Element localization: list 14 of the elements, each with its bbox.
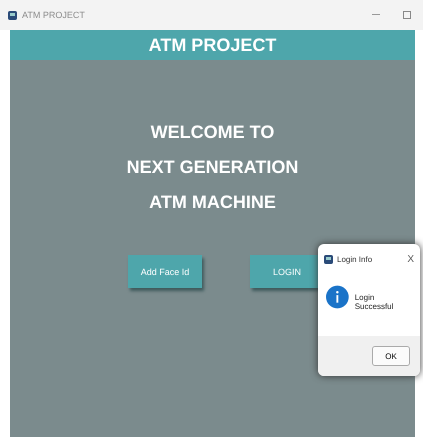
minimize-icon[interactable] — [372, 14, 380, 16]
maximize-icon[interactable] — [403, 11, 411, 19]
close-button[interactable]: X — [407, 254, 414, 265]
welcome-text: ATM MACHINE — [149, 192, 276, 213]
info-icon — [326, 285, 349, 309]
window-title: ATM PROJECT — [22, 10, 86, 20]
welcome-text: WELCOME TO — [150, 122, 274, 143]
dialog-title: Login Info — [337, 255, 374, 264]
app-icon — [8, 10, 17, 20]
ok-button[interactable]: OK — [372, 346, 410, 366]
welcome-text: NEXT GENERATION — [126, 157, 298, 178]
dialog-message: Login Successful — [354, 293, 394, 311]
app-icon — [324, 255, 333, 264]
header-title: ATM PROJECT — [148, 34, 276, 56]
